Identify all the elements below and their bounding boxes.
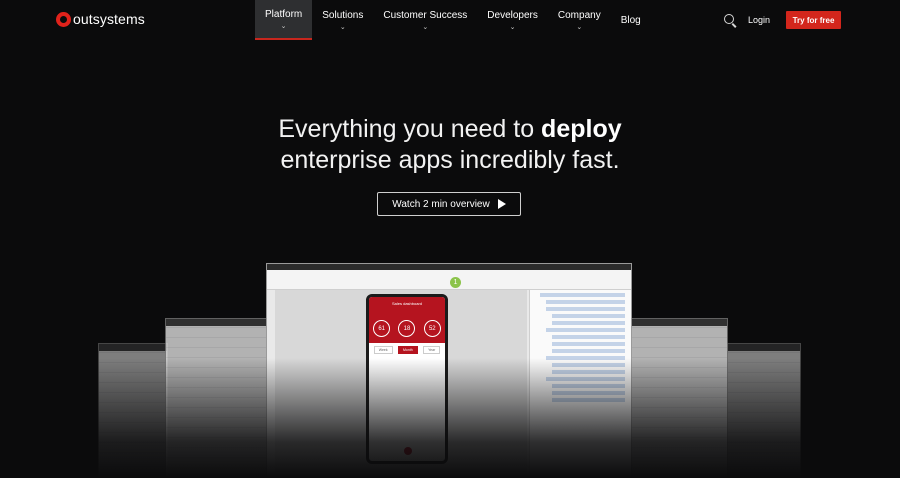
hero-section: Everything you need to deploy enterprise… (0, 114, 900, 176)
hero-headline-line1: Everything you need to deploy (0, 114, 900, 145)
nav-item-label: Platform (265, 8, 303, 20)
phone-tab: Year (423, 346, 441, 354)
gauge: 52 (423, 320, 441, 337)
window-titlebar (166, 319, 267, 326)
gauge: 18 (398, 320, 416, 337)
nav-item-blog[interactable]: Blog (611, 0, 651, 40)
tree-item (546, 328, 625, 332)
tree-item (552, 335, 625, 339)
try-for-free-button[interactable]: Try for free (786, 11, 841, 29)
headline-text: Everything you need to (278, 115, 542, 143)
top-navbar: outsystems Platform ⌄ Solutions ⌄ Custom… (0, 0, 900, 40)
chevron-down-icon: ⌄ (509, 23, 516, 31)
logo-mark-icon (56, 11, 71, 27)
search-icon[interactable] (724, 14, 734, 24)
main-menu: Platform ⌄ Solutions ⌄ Customer Success … (255, 0, 651, 40)
window-titlebar (99, 344, 167, 351)
outsystems-logo[interactable]: outsystems (56, 11, 145, 27)
phone-tab: Week (373, 346, 393, 354)
gauge: 61 (373, 320, 391, 337)
nav-item-customer-success[interactable]: Customer Success ⌄ (373, 0, 477, 40)
chevron-down-icon: ⌄ (339, 23, 346, 31)
nav-item-label: Company (557, 9, 601, 21)
login-link[interactable]: Login (748, 15, 770, 25)
tree-item (546, 307, 625, 311)
tree-item (540, 293, 625, 297)
tree-item (552, 321, 625, 325)
watch-overview-button[interactable]: Watch 2 min overview (377, 192, 521, 216)
phone-tab: Month (398, 346, 418, 354)
chevron-down-icon: ⌄ (576, 23, 583, 31)
nav-item-developers[interactable]: Developers ⌄ (477, 0, 548, 40)
bottom-fade-overlay (0, 358, 900, 478)
watch-overview-label: Watch 2 min overview (392, 198, 490, 210)
window-titlebar (728, 344, 800, 351)
chevron-down-icon: ⌄ (422, 23, 429, 31)
nav-item-company[interactable]: Company ⌄ (548, 0, 611, 40)
step-badge: 1 (450, 277, 461, 288)
chevron-down-icon: ⌄ (280, 22, 287, 30)
phone-tabs: Week Month Year (369, 343, 445, 357)
phone-header: Sales dashboard 61 18 52 (369, 297, 445, 343)
hero-headline-line2: enterprise apps incredibly fast. (280, 146, 620, 174)
phone-title: Sales dashboard (391, 301, 423, 306)
nav-item-solutions[interactable]: Solutions ⌄ (312, 0, 373, 40)
logo-text: outsystems (73, 11, 145, 27)
tree-item (546, 300, 625, 304)
nav-item-label: Solutions (322, 9, 364, 21)
toolbar: 1 (267, 270, 631, 290)
nav-item-label: Developers (487, 9, 538, 21)
nav-item-label: Customer Success (383, 9, 468, 21)
tree-item (552, 349, 625, 353)
window-titlebar (631, 319, 727, 326)
tree-item (552, 314, 625, 318)
tree-item (552, 342, 625, 346)
nav-item-platform[interactable]: Platform ⌄ (255, 0, 313, 40)
play-icon (497, 199, 506, 209)
headline-emphasis: deploy (541, 115, 622, 143)
nav-item-label: Blog (620, 14, 641, 26)
